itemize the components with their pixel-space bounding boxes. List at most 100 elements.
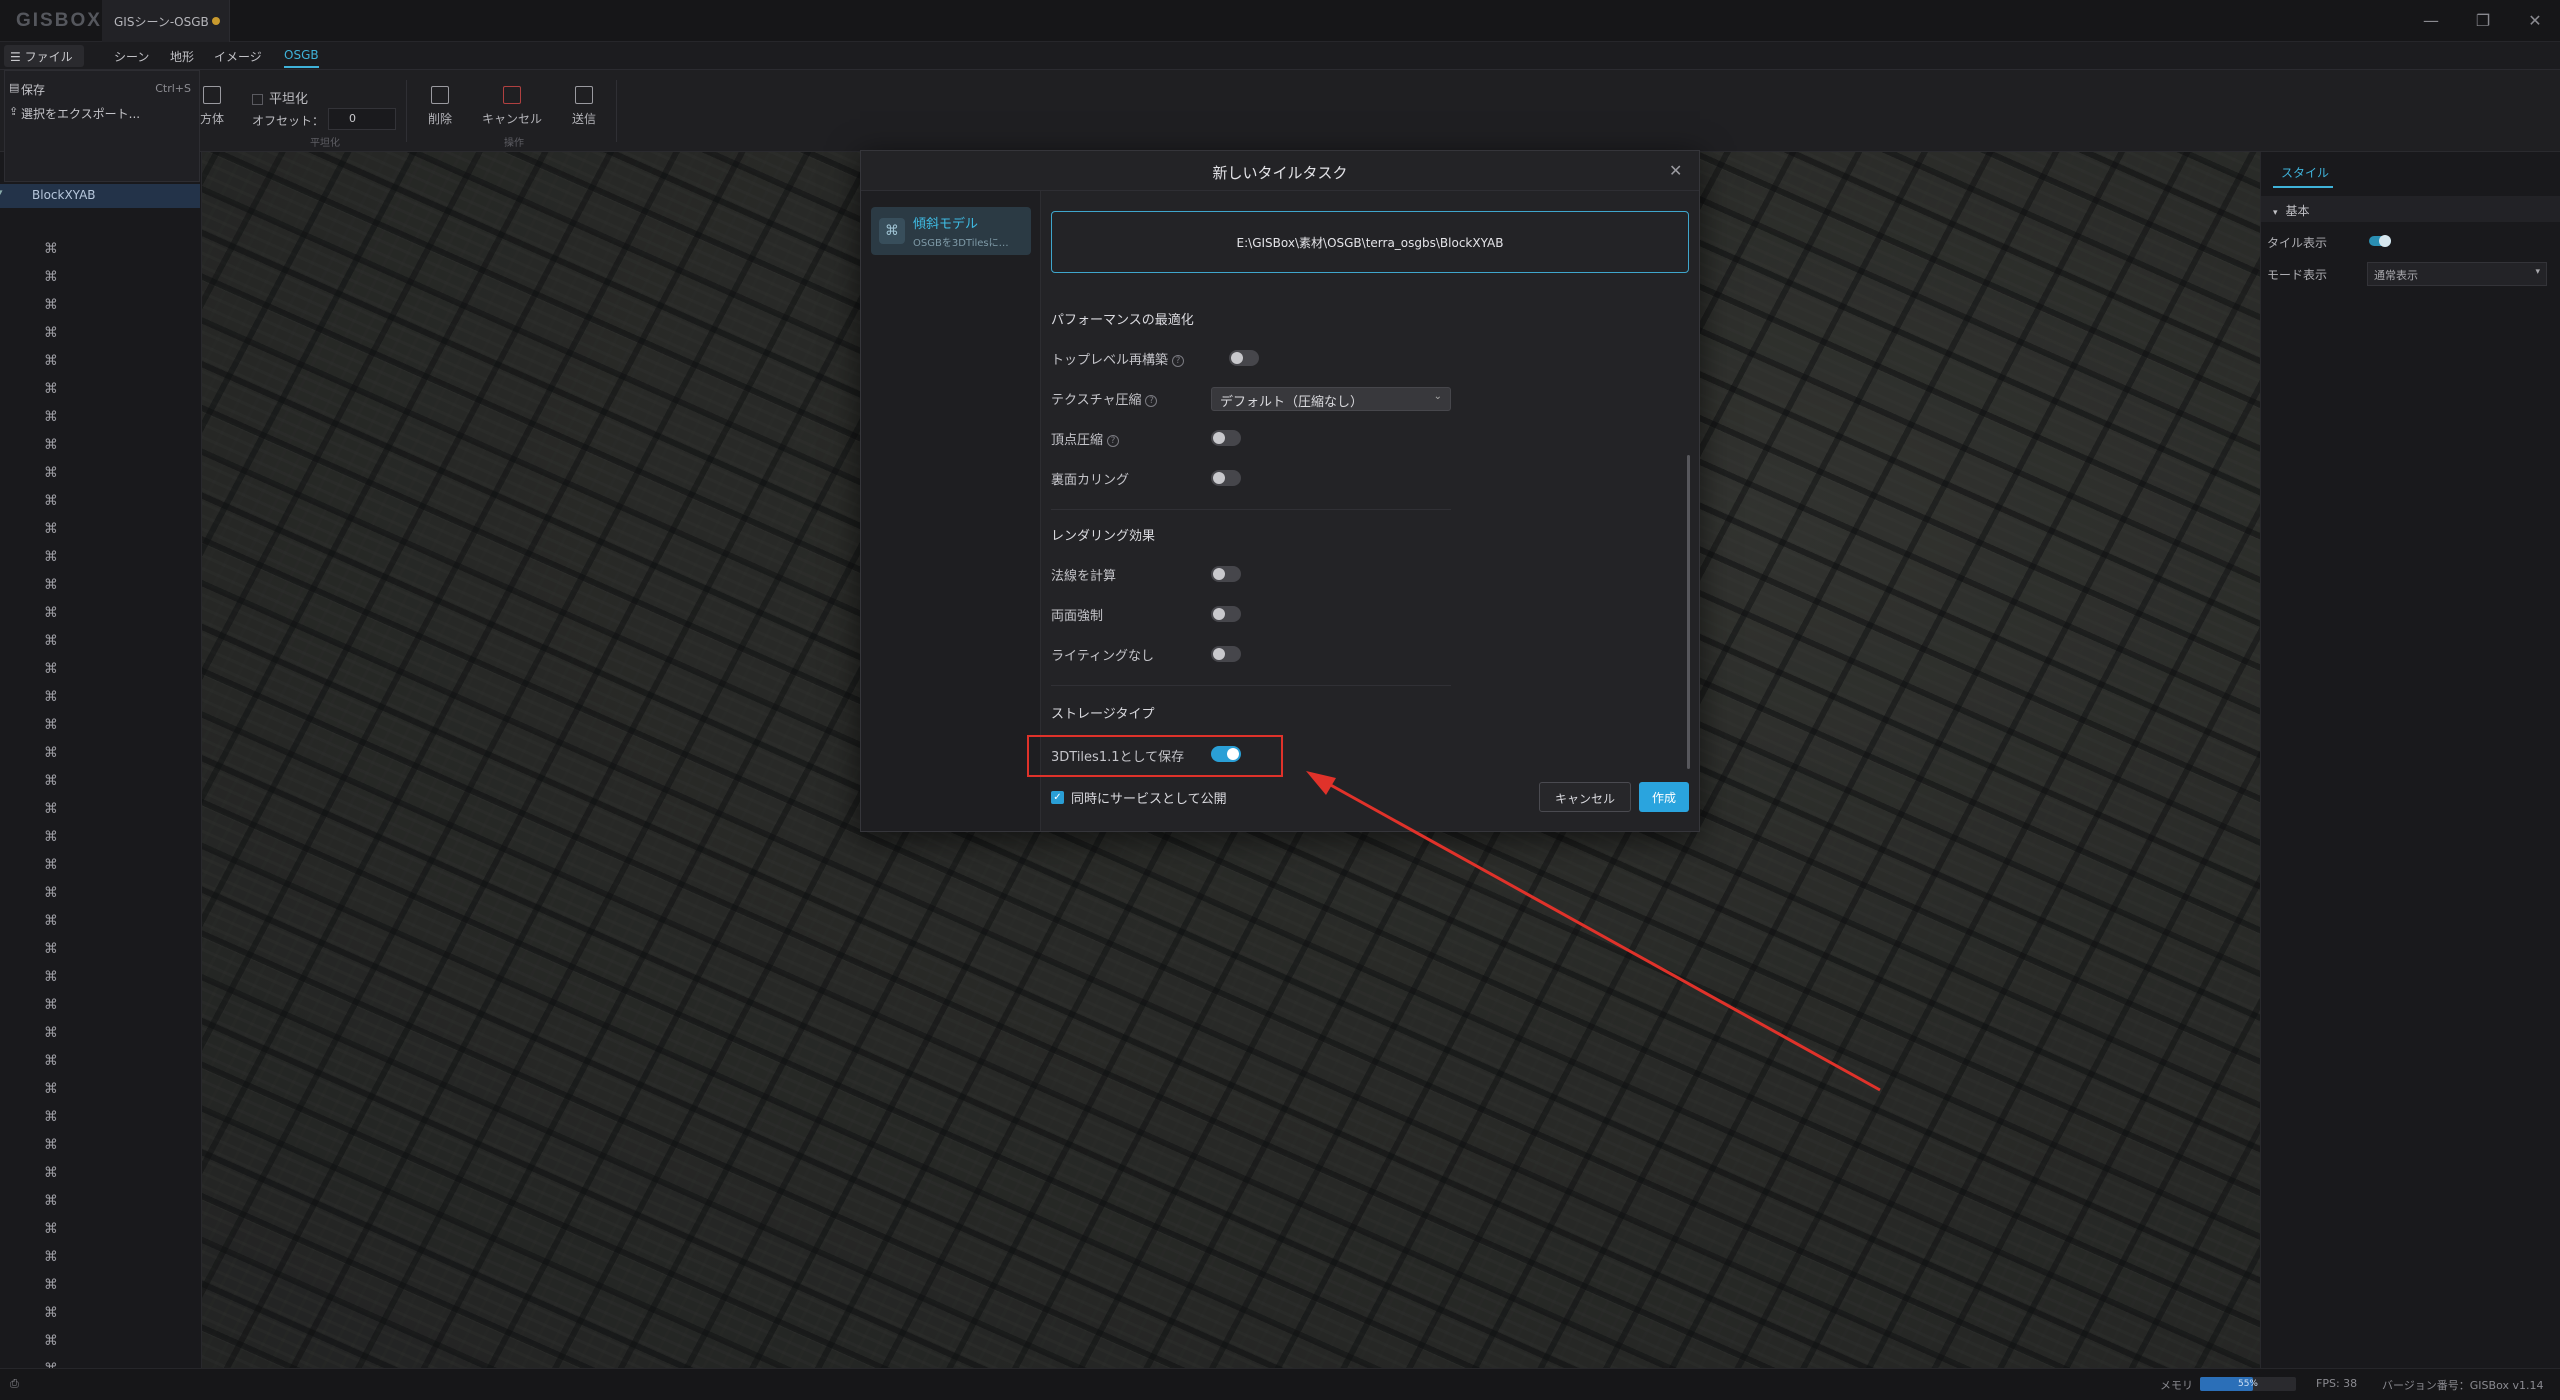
save-3dtiles-toggle[interactable] [1211, 746, 1241, 762]
tree-node-icon[interactable]: ⌘ [44, 690, 58, 704]
create-button[interactable]: 作成 [1639, 782, 1689, 812]
dialog-scrollbar[interactable] [1687, 455, 1690, 769]
tree-node-icon[interactable]: ⌘ [44, 746, 58, 760]
tree-node-icon[interactable]: ⌘ [44, 578, 58, 592]
top-rebuild-toggle[interactable] [1229, 350, 1259, 366]
tree-node-icon[interactable]: ⌘ [44, 522, 58, 536]
tile-display-toggle[interactable] [2369, 235, 2391, 247]
tree-node-icon[interactable]: ⌘ [44, 858, 58, 872]
no-lighting-toggle[interactable] [1211, 646, 1241, 662]
oblique-model-item[interactable]: ⌘ 傾斜モデル OSGBを3DTilesに… [871, 207, 1031, 255]
close-window-button[interactable]: ✕ [2520, 8, 2550, 34]
document-tab-label: GISシーン-OSGB [114, 15, 209, 29]
double-sided-label: 両面強制 [1051, 609, 1104, 624]
tex-compress-label: テクスチャ圧縮 [1051, 393, 1142, 408]
tree-node-icon[interactable]: ⌘ [44, 410, 58, 424]
help-icon[interactable]: ? [1107, 434, 1120, 447]
tree-node-icon[interactable]: ⌘ [44, 382, 58, 396]
tree-node-icon[interactable]: ⌘ [44, 830, 58, 844]
tree-node-icon[interactable]: ⌘ [44, 802, 58, 816]
tree-node-icon[interactable]: ⌘ [44, 970, 58, 984]
tree-node-icon[interactable]: ⌘ [44, 1222, 58, 1236]
delete-label: 削除 [428, 112, 453, 126]
send-button[interactable]: 送信 [572, 86, 596, 127]
basic-section-label: 基本 [2285, 204, 2310, 218]
tree-node-icon[interactable]: ⌘ [44, 1278, 58, 1292]
tree-node-icon[interactable]: ⌘ [44, 998, 58, 1012]
cancel-button[interactable]: キャンセル [1539, 782, 1631, 812]
tree-node-icon[interactable]: ⌘ [44, 886, 58, 900]
cube-icon [203, 86, 221, 104]
basic-section-header[interactable]: ▾ 基本 [2261, 196, 2560, 222]
tex-compress-select[interactable]: デフォルト（圧縮なし） ⌄ [1211, 387, 1451, 411]
normals-toggle[interactable] [1211, 566, 1241, 582]
tree-node-icon[interactable]: ⌘ [44, 1082, 58, 1096]
file-dropdown-menu: ▤ 保存 Ctrl+S ⇪ 選択をエクスポート... [4, 70, 200, 182]
tree-node-icon[interactable]: ⌘ [44, 1334, 58, 1348]
source-path-field[interactable]: E:\GISBox\素材\OSGB\terra_osgbs\BlockXYAB [1051, 211, 1689, 273]
model-icon: ⌘ [879, 218, 905, 244]
tree-node-icon[interactable]: ⌘ [44, 326, 58, 340]
tree-node-icon[interactable]: ⌘ [44, 494, 58, 508]
tree-node-icon[interactable]: ⌘ [44, 298, 58, 312]
tree-node-icon[interactable]: ⌘ [44, 1054, 58, 1068]
help-icon[interactable]: ? [1145, 394, 1158, 407]
tree-node-icon[interactable]: ⌘ [44, 270, 58, 284]
toolbar-cancel-button[interactable]: キャンセル [482, 86, 542, 127]
menu-item-save[interactable]: ▤ 保存 Ctrl+S [5, 77, 199, 101]
double-sided-toggle[interactable] [1211, 606, 1241, 622]
menu-scene[interactable]: シーン [114, 48, 149, 65]
tree-node-icon[interactable]: ⌘ [44, 1026, 58, 1040]
backface-toggle[interactable] [1211, 470, 1241, 486]
tree-node-icon[interactable]: ⌘ [44, 438, 58, 452]
tree-node-icon[interactable]: ⌘ [44, 606, 58, 620]
perf-section-title: パフォーマンスの最適化 [1051, 313, 1194, 328]
tree-node-icon[interactable]: ⌘ [44, 718, 58, 732]
expand-chevron-icon[interactable]: ▾ [0, 188, 3, 198]
minimize-button[interactable]: — [2416, 8, 2446, 34]
tree-node-icon[interactable]: ⌘ [44, 1138, 58, 1152]
tree-root-item[interactable]: ▾ BlockXYAB [0, 184, 200, 208]
memory-value: 55% [2237, 1379, 2258, 1389]
menu-image[interactable]: イメージ [214, 48, 262, 65]
tab-style[interactable]: スタイル [2281, 164, 2329, 181]
tree-node-icon[interactable]: ⌘ [44, 942, 58, 956]
tree-node-icon[interactable]: ⌘ [44, 354, 58, 368]
tree-node-icon[interactable]: ⌘ [44, 550, 58, 564]
publish-checkbox[interactable]: ✓ [1051, 791, 1064, 804]
tree-node-icon[interactable]: ⌘ [44, 1250, 58, 1264]
tree-node-icon[interactable]: ⌘ [44, 914, 58, 928]
mode-display-select[interactable]: 通常表示 ▾ [2367, 262, 2547, 286]
maximize-button[interactable]: ❐ [2468, 8, 2498, 34]
tree-node-icon[interactable]: ⌘ [44, 242, 58, 256]
document-tab[interactable]: GISシーン-OSGB [102, 0, 230, 42]
tex-compress-option: テクスチャ圧縮? [1051, 389, 1158, 408]
menu-item-export-label: 選択をエクスポート... [21, 107, 141, 121]
tree-node-icon[interactable]: ⌘ [44, 1306, 58, 1320]
menu-item-export[interactable]: ⇪ 選択をエクスポート... [5, 101, 199, 125]
menu-osgb[interactable]: OSGB [284, 48, 319, 68]
flatten-checkbox[interactable]: 平坦化 [252, 88, 308, 107]
new-tile-task-dialog: 新しいタイルタスク ✕ ⌘ 傾斜モデル OSGBを3DTilesに… E:\GI… [860, 150, 1700, 832]
tree-node-icon[interactable]: ⌘ [44, 1110, 58, 1124]
vertex-toggle[interactable] [1211, 430, 1241, 446]
dialog-close-button[interactable]: ✕ [1669, 161, 1682, 180]
app-logo: GISBOX [16, 10, 102, 31]
help-icon[interactable]: ? [1172, 354, 1185, 367]
menu-file[interactable]: ☰ ファイル [4, 45, 84, 67]
tree-node-icon[interactable]: ⌘ [44, 662, 58, 676]
menu-terrain[interactable]: 地形 [170, 48, 194, 65]
offset-input[interactable]: 0 [328, 108, 396, 130]
tree-node-icon[interactable]: ⌘ [44, 774, 58, 788]
flatten-group-label: 平坦化 [310, 138, 340, 149]
tree-node-icon[interactable]: ⌘ [44, 1166, 58, 1180]
tree-node-icon[interactable]: ⌘ [44, 1194, 58, 1208]
tree-node-icon[interactable]: ⌘ [44, 634, 58, 648]
layer-tree-panel: ▾ BlockXYAB ⌘ ⌘ ⌘ ⌘ ⌘ ⌘ ⌘ ⌘ ⌘ ⌘ ⌘ ⌘ ⌘ ⌘ ⌘ ⌘ ⌘ ⌘ ⌘ ⌘ ⌘ ⌘ ⌘ ⌘ ⌘ ⌘ ⌘ ⌘… [0, 152, 202, 1368]
top-rebuild-option: トップレベル再構築? [1051, 349, 1185, 368]
delete-button[interactable]: 削除 [428, 86, 452, 127]
tree-node-icon[interactable]: ⌘ [44, 466, 58, 480]
cube-button[interactable]: 方体 [200, 86, 224, 127]
normals-label: 法線を計算 [1051, 569, 1117, 584]
send-icon [575, 86, 593, 104]
